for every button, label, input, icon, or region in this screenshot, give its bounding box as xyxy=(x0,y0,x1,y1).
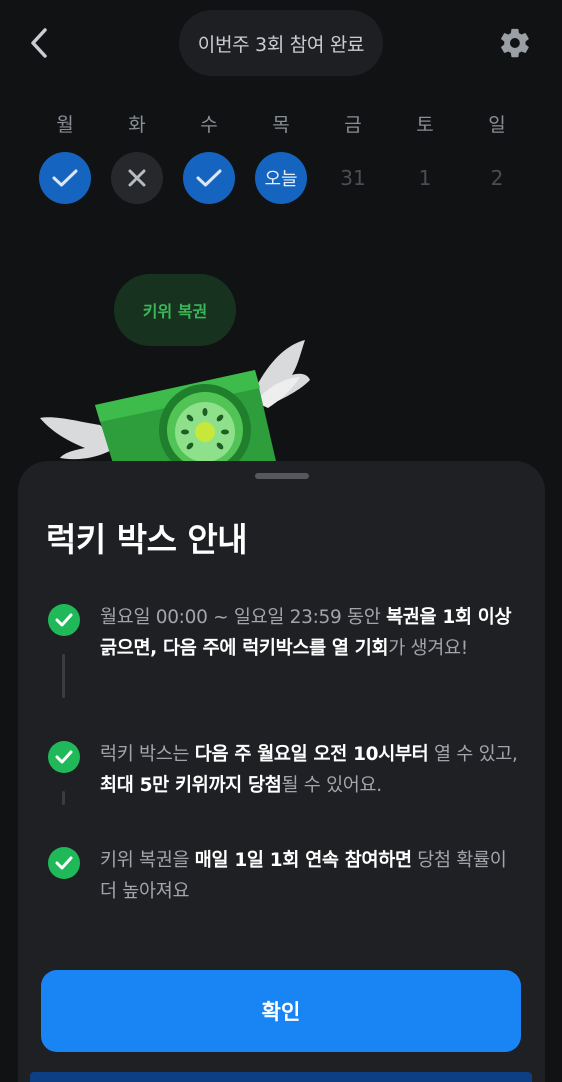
day-date: 1 xyxy=(418,166,432,190)
check-icon xyxy=(52,169,78,187)
info-text-bold: 최대 5만 키위까지 당첨 xyxy=(100,775,282,796)
info-text: 럭키 박스는 다음 주 월요일 오전 10시부터 열 수 있고, 최대 5만 키… xyxy=(100,739,520,801)
step-connector xyxy=(62,654,65,698)
settings-button[interactable] xyxy=(496,24,534,62)
day-label: 월 xyxy=(56,114,74,136)
week-progress: 월 화 수 목 오늘 금 31 토 1 일 2 xyxy=(29,108,533,204)
gear-icon xyxy=(501,28,529,58)
day-status-missed xyxy=(111,152,163,204)
chevron-left-icon xyxy=(31,28,47,58)
day-tue: 화 xyxy=(101,108,173,204)
day-label: 화 xyxy=(128,114,146,136)
check-circle-icon xyxy=(48,847,80,879)
info-text-regular: 될 수 있어요. xyxy=(281,775,382,796)
day-mon: 월 xyxy=(29,108,101,204)
day-status-done xyxy=(183,152,235,204)
day-label: 일 xyxy=(488,114,506,136)
weekly-status-pill: 이번주 3회 참여 완료 xyxy=(179,10,383,76)
day-status-today: 오늘 xyxy=(255,152,307,204)
info-text-regular: 월요일 00:00 ~ 일요일 23:59 동안 xyxy=(100,607,387,628)
kiwi-lottery-label: 키위 복권 xyxy=(142,302,208,321)
info-text-regular: 열 수 있고, xyxy=(428,744,518,765)
x-icon xyxy=(128,169,146,187)
check-icon xyxy=(196,169,222,187)
lucky-box-screen: 이번주 3회 참여 완료 월 화 수 목 오늘 금 31 토 1 일 2 키위 … xyxy=(0,0,562,1082)
underlying-button-edge xyxy=(30,1072,532,1082)
confirm-button[interactable]: 확인 xyxy=(41,970,521,1052)
day-date: 31 xyxy=(340,166,366,190)
info-text-bold: 매일 1일 1회 연속 참여하면 xyxy=(194,850,412,871)
sheet-title: 럭키 박스 안내 xyxy=(46,520,248,559)
day-label: 목 xyxy=(272,114,290,136)
info-text-regular: 가 생겨요! xyxy=(388,638,468,659)
day-label: 금 xyxy=(344,114,362,136)
day-fri: 금 31 xyxy=(317,108,389,204)
winged-ticket-illustration xyxy=(40,340,310,470)
day-wed: 수 xyxy=(173,108,245,204)
sheet-drag-handle[interactable] xyxy=(255,473,309,479)
day-date: 2 xyxy=(490,166,504,190)
weekly-status-text: 이번주 3회 참여 완료 xyxy=(197,33,365,56)
day-label: 수 xyxy=(200,114,218,136)
back-button[interactable] xyxy=(22,24,56,62)
step-connector xyxy=(62,791,65,805)
day-label: 토 xyxy=(416,114,434,136)
check-circle-icon xyxy=(48,604,80,636)
info-text: 키위 복권을 매일 1일 1회 연속 참여하면 당첨 확률이 더 높아져요 xyxy=(100,845,520,907)
info-text-bold: 다음 주 월요일 오전 10시부터 xyxy=(194,744,429,765)
check-circle-icon xyxy=(48,741,80,773)
day-sun: 일 2 xyxy=(461,108,533,204)
day-status-done xyxy=(39,152,91,204)
info-text-regular: 키위 복권을 xyxy=(100,850,195,871)
lucky-box-info-sheet: 럭키 박스 안내 월요일 00:00 ~ 일요일 23:59 동안 복권을 1회… xyxy=(18,461,545,1082)
info-text: 월요일 00:00 ~ 일요일 23:59 동안 복권을 1회 이상 긁으면, … xyxy=(100,602,520,664)
info-text-regular: 럭키 박스는 xyxy=(100,744,195,765)
day-sat: 토 1 xyxy=(389,108,461,204)
day-thu: 목 오늘 xyxy=(245,108,317,204)
